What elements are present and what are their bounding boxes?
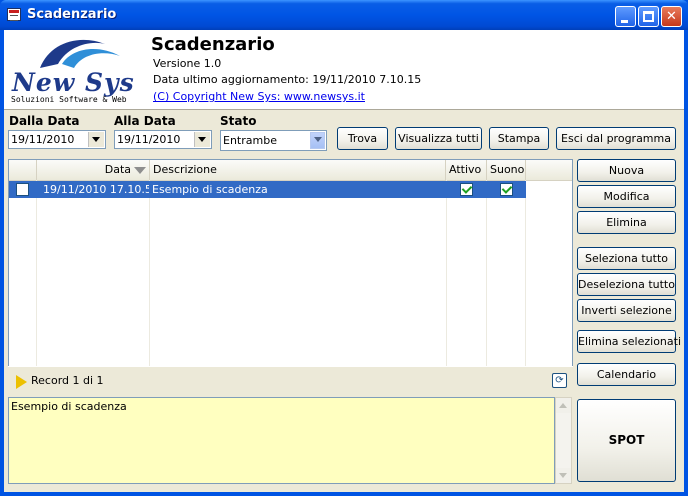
grid-header: Data Descrizione Attivo Suono (9, 160, 572, 181)
row-description: Esempio di scadenza (152, 183, 268, 196)
chevron-down-icon[interactable] (310, 132, 325, 149)
state-value: Entrambe (223, 134, 277, 147)
state-select[interactable]: Entrambe (220, 130, 327, 151)
minimize-button[interactable] (615, 6, 636, 27)
chevron-down-icon[interactable] (88, 132, 104, 147)
sort-desc-icon (134, 166, 146, 174)
close-icon: ✕ (666, 9, 677, 24)
find-button[interactable]: Trova (337, 127, 388, 150)
invert-selection-button[interactable]: Inverti selezione (577, 299, 676, 322)
row-date: 19/11/2010 17.10.54 (43, 183, 149, 196)
chevron-down-icon[interactable] (194, 132, 210, 147)
row-active-checkbox[interactable] (460, 183, 473, 196)
app-name: Scadenzario (151, 34, 275, 55)
col-select[interactable] (9, 160, 37, 180)
col-data[interactable]: Data (37, 160, 150, 180)
description-memo[interactable]: Esempio di scadenza (8, 397, 555, 484)
select-all-button[interactable]: Seleziona tutto (577, 247, 676, 270)
header-panel: New Sys Soluzioni Software & Web Scadenz… (4, 30, 684, 110)
edit-button[interactable]: Modifica (577, 185, 676, 208)
from-date-picker[interactable]: 19/11/2010 (8, 130, 106, 149)
grid-line (446, 180, 447, 391)
grid-line (36, 180, 37, 391)
record-navigator: Record 1 di 1 ⟳ (8, 366, 573, 397)
show-all-button[interactable]: Visualizza tutti (395, 127, 482, 150)
copyright-link[interactable]: (C) Copyright New Sys: www.newsys.it (153, 90, 365, 103)
scroll-down-icon[interactable] (556, 468, 571, 483)
row-select-checkbox[interactable] (16, 183, 29, 196)
delete-selected-button[interactable]: Elimina selezionati (577, 330, 681, 353)
calendar-button[interactable]: Calendario (577, 363, 676, 386)
grid-line (149, 180, 150, 391)
to-date-picker[interactable]: 19/11/2010 (114, 130, 212, 149)
logo-subtitle: Soluzioni Software & Web (11, 95, 127, 104)
app-icon[interactable] (7, 8, 21, 21)
play-icon[interactable] (16, 375, 27, 389)
logo-text: New Sys (12, 68, 135, 97)
scroll-up-icon[interactable] (556, 398, 571, 413)
memo-scrollbar[interactable] (555, 397, 572, 484)
row-sound-checkbox[interactable] (500, 183, 513, 196)
to-date-value: 19/11/2010 (117, 133, 181, 146)
to-date-label: Alla Data (114, 114, 176, 128)
refresh-icon[interactable]: ⟳ (552, 373, 567, 388)
delete-button[interactable]: Elimina (577, 211, 676, 234)
close-button[interactable]: ✕ (661, 6, 682, 27)
col-suono[interactable]: Suono (487, 160, 526, 180)
state-label: Stato (220, 114, 257, 128)
last-update: Data ultimo aggiornamento: 19/11/2010 7.… (153, 73, 422, 86)
from-date-label: Dalla Data (9, 114, 80, 128)
col-attivo[interactable]: Attivo (446, 160, 487, 180)
maximize-button[interactable] (638, 6, 659, 27)
grid-line (486, 180, 487, 391)
from-date-value: 19/11/2010 (11, 133, 75, 146)
deselect-all-button[interactable]: Deseleziona tutto (577, 273, 676, 296)
window-title: Scadenzario (27, 7, 117, 22)
app-window: Scadenzario ✕ New Sys Soluzioni Software… (0, 0, 688, 496)
grid-line (525, 180, 526, 391)
spot-button[interactable]: SPOT (577, 399, 676, 482)
col-descrizione[interactable]: Descrizione (150, 160, 446, 180)
record-count: Record 1 di 1 (31, 374, 104, 387)
table-row[interactable]: 19/11/2010 17.10.54 Esempio di scadenza (9, 181, 526, 198)
newsys-logo: New Sys Soluzioni Software & Web (10, 34, 140, 106)
exit-button[interactable]: Esci dal programma (556, 127, 676, 150)
print-button[interactable]: Stampa (489, 127, 549, 150)
deadlines-grid[interactable]: Data Descrizione Attivo Suono 19/11/2010… (8, 159, 573, 392)
title-bar[interactable]: Scadenzario ✕ (0, 0, 688, 30)
new-button[interactable]: Nuova (577, 159, 676, 182)
col-data-label: Data (104, 163, 131, 176)
client-area: New Sys Soluzioni Software & Web Scadenz… (4, 30, 684, 492)
app-version: Versione 1.0 (153, 57, 222, 70)
